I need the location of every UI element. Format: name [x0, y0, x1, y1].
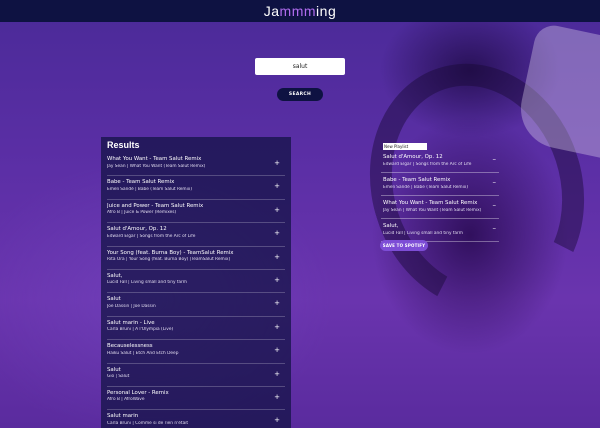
plus-icon[interactable]: + — [274, 229, 280, 237]
track-artist-album: Edward Elgar | Songs from the Arc of Lif… — [107, 233, 196, 239]
track-row: What You Want - Team Salut Remix Jay Sean… — [381, 196, 499, 219]
results-list: What You Want - Team Salut Remix Jay Sean… — [107, 153, 285, 428]
track-name: Juice and Power - Team Salut Remix — [107, 202, 204, 209]
track-row: Salut marin - Live Carla Bruni | A l'Olym… — [107, 317, 285, 341]
plus-icon[interactable]: + — [274, 253, 280, 261]
track-artist-album: Gio | Salut — [107, 374, 130, 380]
app-header: Jammming — [0, 0, 600, 22]
track-artist-album: Lucid Fall | Living small and tiny farm — [107, 280, 187, 286]
track-name: Salut marin - Live — [107, 319, 155, 326]
track-row: Your Song (feat. Burna Boy) - TeamSalut … — [107, 247, 285, 270]
playlist-panel: Salut d'Amour, Op. 12Edward Elgar | Song… — [381, 143, 499, 253]
minus-icon[interactable]: – — [493, 178, 497, 186]
plus-icon[interactable]: + — [274, 346, 280, 354]
plus-icon[interactable]: + — [274, 182, 280, 190]
logo-prefix: Ja — [263, 3, 280, 19]
track-name: Personal Lover - Remix — [107, 389, 169, 396]
track-name: What You Want - Team Salut Remix — [107, 156, 202, 162]
minus-icon[interactable]: – — [493, 201, 497, 209]
track-name: Babe - Team Salut Remix — [383, 177, 451, 183]
track-name: Salut d'Amour, Op. 12 — [107, 226, 167, 233]
track-name: Salut — [107, 366, 121, 373]
search-button[interactable]: SEARCH — [277, 88, 323, 101]
track-artist-album: Carla Bruni | A l'Olympia (Live) — [107, 327, 174, 333]
logo-suffix: ing — [316, 3, 337, 19]
track-artist-album: Joe Dassin | Joe Dassin — [107, 303, 156, 309]
track-row: Salut d'Amour, Op. 12 Edward Elgar | Song… — [107, 223, 285, 247]
track-artist-album: Afro B | AfroWave — [107, 397, 145, 403]
plus-icon[interactable]: + — [274, 323, 280, 331]
search-input[interactable] — [255, 58, 345, 75]
track-artist-album: Afro B | Juice & Power (Remixes) — [107, 210, 177, 216]
track-artist-album: Rita Ora | Your Song (feat. Burna Boy) [… — [107, 257, 231, 263]
track-row: Personal Lover - Remix Afro B | AfroWave + — [107, 387, 285, 411]
track-row: Salut marin Carla Bruni | Comme si de rie… — [107, 410, 285, 428]
playlist-name-input[interactable] — [383, 143, 427, 150]
track-name: Salut, — [383, 223, 399, 229]
plus-icon[interactable]: + — [274, 299, 280, 307]
track-row: Babe - Team Salut Remix Emeli Sandé | Bab… — [107, 176, 285, 200]
plus-icon[interactable]: + — [274, 393, 280, 401]
track-row: Salut Gio | Salut + — [107, 364, 285, 387]
track-row: Salut Joe Dassin | Joe Dassin + — [107, 293, 285, 317]
track-name: Salut d'Amour, Op. 12 — [383, 154, 443, 160]
track-row: Becauselessness Haiku Salut | Etch And Et… — [107, 340, 285, 364]
plus-icon[interactable]: + — [274, 159, 280, 167]
logo-accent: mmm — [279, 3, 317, 19]
track-row: Babe - Team Salut Remix Emeli Sandé | Bab… — [381, 173, 499, 196]
track-artist-album: Jay Sean | What You Want (Team Salut Rem… — [107, 163, 206, 169]
app-logo: Jammming — [264, 3, 336, 19]
track-artist-album: Lucid Fall | Living small and tiny farm — [383, 230, 463, 236]
results-panel: Results What You Want - Team Salut Remix… — [101, 137, 291, 428]
track-row: Juice and Power - Team Salut Remix Afro B… — [107, 200, 285, 224]
save-to-spotify-button[interactable]: SAVE TO SPOTIFY — [380, 240, 428, 251]
track-artist-album: Haiku Salut | Etch And Etch Deep — [107, 350, 179, 356]
track-artist-album: Emeli Sandé | Babe (Team Salut Remix) — [383, 184, 469, 190]
track-name: Your Song (feat. Burna Boy) - TeamSalut … — [107, 249, 234, 256]
track-name: What You Want - Team Salut Remix — [383, 200, 478, 206]
track-name: Becauselessness — [107, 343, 153, 350]
track-artist-album: Edward Elgar | Songs from the Arc of Lif… — [383, 161, 472, 167]
track-row: Salut, Lucid Fall | Living small and tiny… — [381, 219, 499, 242]
track-name: Salut — [107, 296, 121, 303]
playlist-list: Salut d'Amour, Op. 12 Edward Elgar | Song… — [381, 150, 499, 242]
track-name: Salut, — [107, 272, 123, 279]
track-artist-album: Emeli Sandé | Babe (Team Salut Remix) — [107, 186, 193, 192]
plus-icon[interactable]: + — [274, 276, 280, 284]
track-row: What You Want - Team Salut Remix Jay Sean… — [107, 153, 285, 177]
track-name: Babe - Team Salut Remix — [107, 179, 175, 186]
plus-icon[interactable]: + — [274, 370, 280, 378]
minus-icon[interactable]: – — [493, 155, 497, 163]
track-row: Salut, Lucid Fall | Living small and tiny… — [107, 270, 285, 294]
results-title: Results — [107, 140, 140, 150]
plus-icon[interactable]: + — [274, 206, 280, 214]
minus-icon[interactable]: – — [493, 224, 497, 232]
track-row: Salut d'Amour, Op. 12 Edward Elgar | Song… — [381, 150, 499, 173]
track-artist-album: Carla Bruni | Comme si de rien n'était — [107, 420, 189, 426]
plus-icon[interactable]: + — [274, 416, 280, 424]
track-name: Salut marin — [107, 413, 139, 420]
track-artist-album: Jay Sean | What You Want (Team Salut Rem… — [383, 207, 482, 213]
